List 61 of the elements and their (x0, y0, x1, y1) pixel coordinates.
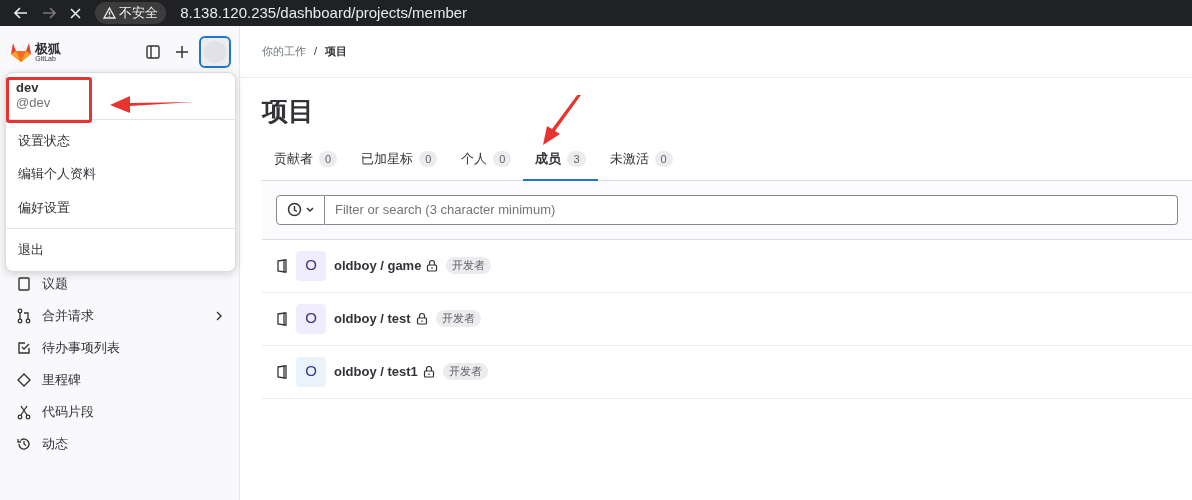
checkbox-icon (16, 340, 32, 356)
close-icon[interactable] (70, 7, 81, 19)
user-name: dev (16, 81, 39, 96)
count-badge: 0 (654, 150, 673, 168)
fox-logo-icon (10, 41, 32, 63)
tab[interactable]: 未激活 0 (597, 143, 685, 181)
plus-icon (174, 45, 189, 59)
sidebar-item[interactable]: 议题 (8, 268, 231, 300)
role-badge: 开发者 (435, 310, 481, 327)
sidebar-item[interactable]: 里程碑 (8, 364, 231, 396)
project-link[interactable]: oldboy / test (334, 308, 411, 329)
project-link[interactable]: oldboy / game (334, 255, 422, 276)
page-title: 项目 (262, 96, 314, 128)
breadcrumb-separator: / (314, 44, 318, 60)
diamond-icon (16, 372, 32, 388)
sidebar-item[interactable]: 动态 (8, 428, 231, 460)
book-icon (276, 258, 288, 273)
menu-item[interactable]: 偏好设置 (6, 190, 235, 225)
menu-item[interactable]: 编辑个人资料 (6, 157, 235, 191)
sidebar-item[interactable]: 代码片段 (8, 396, 231, 428)
back-icon[interactable] (14, 7, 28, 19)
chevron-down-icon (306, 206, 314, 213)
role-badge: 开发者 (442, 363, 488, 380)
user-avatar-button[interactable] (199, 36, 231, 68)
annotation-arrow (543, 95, 583, 145)
tab[interactable]: 个人 0 (449, 143, 524, 181)
merge-request-icon (16, 308, 32, 324)
project-avatar: O (296, 250, 326, 281)
lock-icon (422, 365, 435, 379)
lock-icon (426, 259, 439, 273)
search-field[interactable]: Filter or search (3 character minimum) (325, 194, 1178, 225)
tab[interactable]: 贡献者 0 (262, 143, 350, 181)
issue-icon (16, 276, 32, 292)
address-bar[interactable]: 8.138.120.235/dashboard/projects/member (180, 1, 468, 25)
project-avatar: O (296, 303, 326, 334)
user-handle: @dev (16, 95, 51, 111)
menu-item[interactable]: 设置状态 (6, 123, 235, 158)
recent-searches-button[interactable] (276, 194, 325, 225)
menu-item[interactable]: 退出 (6, 233, 235, 267)
project-avatar: O (296, 356, 326, 387)
warning-icon (103, 7, 116, 19)
count-badge: 0 (493, 150, 512, 168)
scissors-icon (16, 404, 32, 420)
panel-icon (146, 45, 160, 59)
count-badge: 0 (319, 150, 338, 168)
book-icon (276, 364, 288, 379)
project-link[interactable]: oldboy / test1 (334, 361, 418, 382)
forward-icon[interactable] (42, 7, 56, 19)
history-icon (287, 202, 302, 218)
sidebar-item[interactable]: 待办事项列表 (8, 332, 231, 364)
count-badge: 0 (419, 150, 438, 168)
role-badge: 开发者 (446, 257, 492, 274)
count-badge: 3 (567, 150, 586, 168)
sidebar-item[interactable]: 合并请求 (8, 300, 231, 332)
tab[interactable]: 已加星标 0 (349, 143, 450, 181)
breadcrumb-link[interactable]: 你的工作 (262, 43, 306, 60)
breadcrumb-link[interactable]: 项目 (325, 43, 348, 60)
book-icon (276, 311, 288, 326)
history-icon (16, 436, 32, 452)
lock-icon (415, 312, 428, 326)
brand-name: 极狐 (35, 42, 62, 55)
